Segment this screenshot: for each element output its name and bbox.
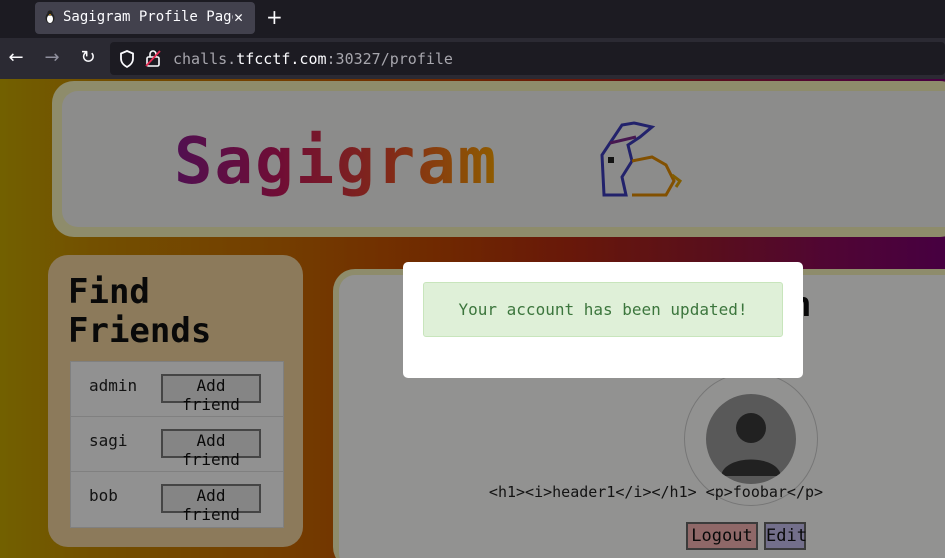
tab-strip: Sagigram Profile Page ✕ + bbox=[0, 0, 945, 38]
success-alert: Your account has been updated! bbox=[423, 282, 783, 337]
insecure-lock-icon[interactable] bbox=[145, 49, 161, 67]
penguin-favicon-icon bbox=[45, 10, 55, 24]
url-text[interactable]: challs.tfcctf.com:30327/profile bbox=[173, 50, 453, 68]
new-tab-icon[interactable]: + bbox=[266, 5, 283, 29]
page-content: Sagigram Find Friends admin Add friend s… bbox=[0, 79, 945, 558]
tab-title: Sagigram Profile Page bbox=[63, 9, 233, 25]
reload-icon[interactable]: ↻ bbox=[77, 47, 99, 69]
forward-arrow-icon[interactable]: → bbox=[41, 47, 63, 69]
close-tab-icon[interactable]: ✕ bbox=[234, 8, 243, 26]
browser-tab[interactable]: Sagigram Profile Page ✕ bbox=[35, 2, 255, 34]
shield-icon[interactable] bbox=[119, 50, 135, 68]
back-arrow-icon[interactable]: ← bbox=[5, 47, 27, 69]
navigation-bar: ← → ↻ challs.tfcctf.com:30327/profile bbox=[0, 38, 945, 79]
update-modal: Your account has been updated! bbox=[403, 262, 803, 378]
url-bar[interactable]: challs.tfcctf.com:30327/profile bbox=[110, 42, 945, 75]
